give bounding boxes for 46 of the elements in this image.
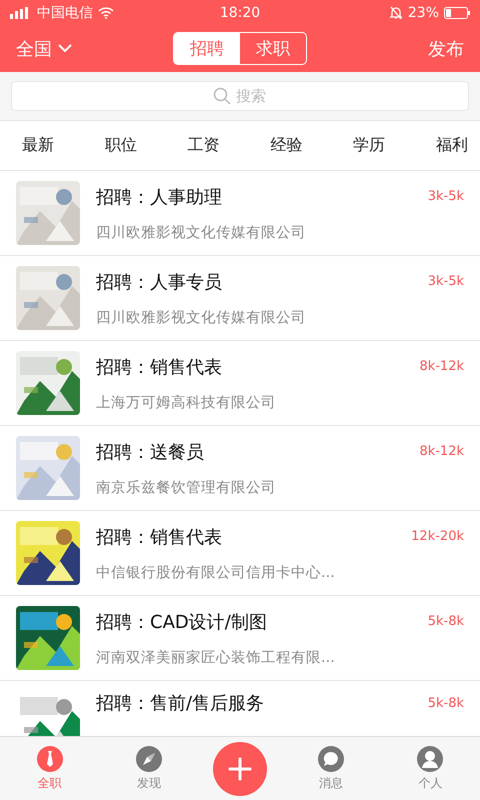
company-name: 南京乐兹餐饮管理有限公司 bbox=[96, 478, 277, 496]
chat-icon bbox=[318, 746, 344, 772]
filter-tab[interactable]: 职位 bbox=[104, 135, 137, 156]
job-title: 招聘：售前/售后服务 bbox=[96, 692, 266, 715]
filter-tab[interactable]: 最新 bbox=[22, 135, 54, 156]
carrier-name: 中国电信 bbox=[37, 4, 93, 22]
job-row[interactable]: 招聘：销售代表 8k-12k 上海万可姆高科技有限公司 bbox=[0, 341, 480, 426]
job-title: 招聘：销售代表 bbox=[96, 356, 223, 378]
job-title: 招聘：CAD设计/制图 bbox=[96, 610, 268, 634]
bell-off-icon bbox=[388, 6, 403, 20]
salary-range: 8k-12k bbox=[419, 444, 464, 459]
job-row[interactable]: 招聘：销售代表 12k-20k 中信银行股份有限公司信用卡中心... bbox=[0, 511, 480, 596]
salary-range: 3k-5k bbox=[428, 189, 464, 204]
filter-tab[interactable]: 学历 bbox=[353, 135, 386, 156]
salary-range: 3k-5k bbox=[428, 274, 464, 289]
job-row[interactable]: 招聘：人事助理 3k-5k 四川欧雅影视文化传媒有限公司 bbox=[0, 171, 480, 256]
filter-tab[interactable]: 经验 bbox=[270, 135, 302, 156]
salary-range: 5k-8k bbox=[428, 614, 464, 629]
job-row[interactable]: 招聘：送餐员 8k-12k 南京乐兹餐饮管理有限公司 bbox=[0, 426, 480, 511]
filter-tab[interactable]: 工资 bbox=[188, 135, 220, 156]
job-row[interactable]: 招聘：CAD设计/制图 5k-8k 河南双泽美丽家匠心装饰工程有限... bbox=[0, 596, 480, 681]
compass-icon bbox=[136, 746, 162, 772]
person-icon bbox=[417, 746, 444, 772]
company-name: 河南双泽美丽家匠心装饰工程有限... bbox=[96, 648, 336, 666]
battery-percent: 23% bbox=[408, 4, 440, 20]
wifi-icon bbox=[98, 6, 114, 18]
search-field[interactable]: 搜索 bbox=[11, 81, 469, 111]
job-title: 招聘：人事助理 bbox=[96, 186, 223, 208]
chevron-down-icon[interactable] bbox=[58, 44, 72, 53]
job-title: 招聘：销售代表 bbox=[96, 526, 223, 548]
salary-range: 12k-20k bbox=[411, 529, 464, 544]
job-title: 招聘：人事专员 bbox=[96, 270, 223, 294]
clock: 18:20 bbox=[220, 4, 260, 20]
job-row[interactable]: 招聘：人事专员 3k-5k 四川欧雅影视文化传媒有限公司 bbox=[0, 256, 480, 341]
plus-icon bbox=[228, 756, 252, 780]
company-name: 四川欧雅影视文化传媒有限公司 bbox=[96, 224, 307, 242]
company-name: 中信银行股份有限公司信用卡中心... bbox=[96, 564, 336, 582]
company-name: 上海万可姆高科技有限公司 bbox=[96, 394, 277, 412]
battery-icon bbox=[444, 6, 470, 18]
company-name: 四川欧雅影视文化传媒有限公司 bbox=[96, 308, 307, 326]
job-title: 招聘：送餐员 bbox=[96, 440, 205, 464]
tie-icon bbox=[36, 746, 63, 772]
filter-tab[interactable]: 福利 bbox=[436, 135, 468, 156]
salary-range: 8k-12k bbox=[419, 359, 464, 374]
salary-range: 5k-8k bbox=[428, 696, 464, 710]
search-icon bbox=[213, 87, 231, 105]
